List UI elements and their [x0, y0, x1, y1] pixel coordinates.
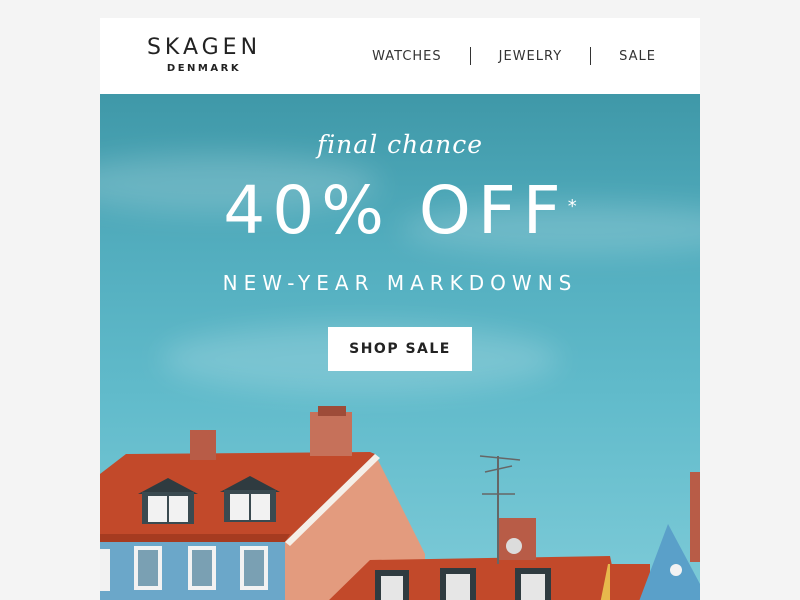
hero-subhead: NEW-YEAR MARKDOWNS — [222, 271, 578, 295]
shop-sale-button[interactable]: SHOP SALE — [328, 327, 472, 371]
main-nav: WATCHES JEWELRY SALE — [372, 47, 656, 65]
nav-divider — [590, 47, 592, 65]
header: SKAGEN DENMARK WATCHES JEWELRY SALE — [100, 18, 700, 94]
brand-logo[interactable]: SKAGEN DENMARK — [134, 36, 274, 76]
email-container: SKAGEN DENMARK WATCHES JEWELRY SALE fina… — [100, 18, 700, 600]
hero-headline: 40% OFF* — [100, 164, 700, 258]
nav-item-sale[interactable]: SALE — [619, 49, 656, 64]
nav-item-jewelry[interactable]: JEWELRY — [499, 49, 563, 64]
hero-tagline: final chance — [316, 130, 484, 159]
brand-name: SKAGEN — [146, 35, 262, 60]
hero-banner[interactable]: final chance 40% OFF* NEW-YEAR MARKDOWNS… — [100, 94, 700, 600]
nav-divider — [469, 47, 471, 65]
asterisk: * — [567, 196, 577, 217]
brand-sub: DENMARK — [166, 63, 242, 74]
nav-item-watches[interactable]: WATCHES — [372, 49, 442, 64]
discount-text: 40% OFF — [223, 172, 568, 249]
